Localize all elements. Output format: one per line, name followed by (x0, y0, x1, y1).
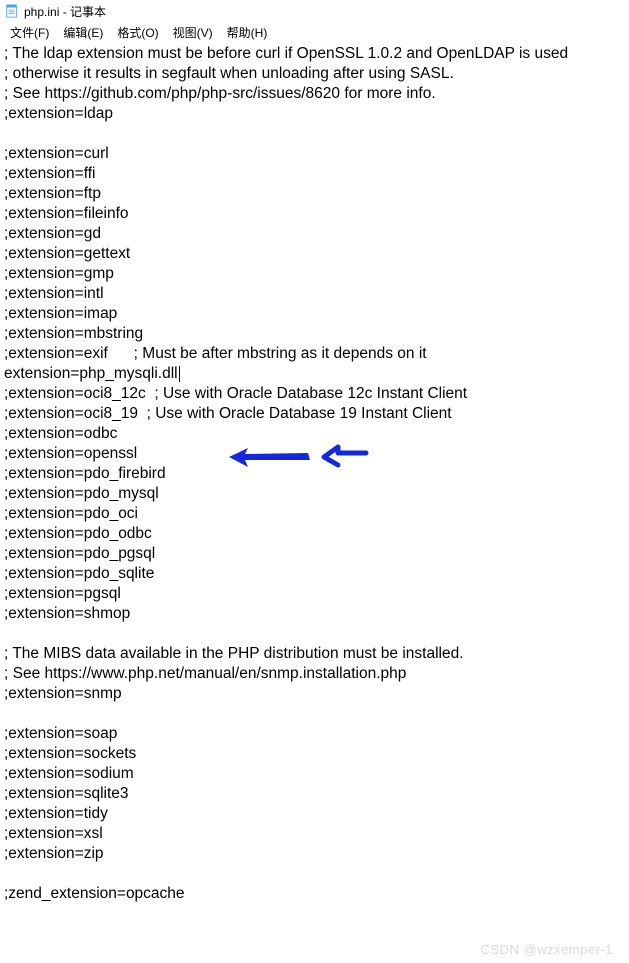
text-line: ;extension=imap (4, 304, 625, 324)
text-line: ;extension=ldap (4, 104, 625, 124)
text-line: ;extension=pdo_oci (4, 504, 625, 524)
text-line: ;extension=sodium (4, 764, 625, 784)
text-line (4, 124, 625, 144)
text-line: ;extension=zip (4, 844, 625, 864)
menu-file[interactable]: 文件(F) (4, 23, 55, 42)
text-line: ;extension=odbc (4, 424, 625, 444)
text-line: extension=php_mysqli.dll (4, 364, 625, 384)
text-line: ;extension=ftp (4, 184, 625, 204)
menu-help[interactable]: 帮助(H) (221, 23, 274, 42)
text-line: ;extension=pdo_firebird (4, 464, 625, 484)
titlebar: php.ini - 记事本 (0, 0, 629, 22)
text-line: ; See https://github.com/php/php-src/iss… (4, 84, 625, 104)
window-title: php.ini - 记事本 (24, 3, 106, 20)
text-line: ;extension=soap (4, 724, 625, 744)
text-line: ;extension=mbstring (4, 324, 625, 344)
text-line: ;extension=oci8_19 ; Use with Oracle Dat… (4, 404, 625, 424)
text-line: ;extension=gmp (4, 264, 625, 284)
text-line (4, 704, 625, 724)
text-line: ;extension=snmp (4, 684, 625, 704)
text-line: ;extension=intl (4, 284, 625, 304)
text-line: ;extension=curl (4, 144, 625, 164)
text-line: ;extension=pdo_sqlite (4, 564, 625, 584)
text-line: ;extension=exif ; Must be after mbstring… (4, 344, 625, 364)
text-line: ;extension=xsl (4, 824, 625, 844)
text-line: ;extension=pdo_odbc (4, 524, 625, 544)
text-line (4, 624, 625, 644)
text-line (4, 864, 625, 884)
text-line: ;extension=pdo_mysql (4, 484, 625, 504)
text-line: ;extension=sqlite3 (4, 784, 625, 804)
text-editor-area[interactable]: ; The ldap extension must be before curl… (0, 42, 629, 946)
text-line: ;extension=ffi (4, 164, 625, 184)
watermark: CSDN @wzxemper-1 (481, 942, 613, 957)
text-line: ; The ldap extension must be before curl… (4, 44, 625, 64)
text-line: ; otherwise it results in segfault when … (4, 64, 625, 84)
text-line: ;extension=fileinfo (4, 204, 625, 224)
text-line: ;extension=gd (4, 224, 625, 244)
text-line: ;zend_extension=opcache (4, 884, 625, 904)
text-line: ; See https://www.php.net/manual/en/snmp… (4, 664, 625, 684)
text-line: ;extension=shmop (4, 604, 625, 624)
notepad-icon (4, 3, 20, 19)
text-line: ;extension=oci8_12c ; Use with Oracle Da… (4, 384, 625, 404)
text-line: ;extension=gettext (4, 244, 625, 264)
menu-view[interactable]: 视图(V) (167, 23, 219, 42)
menu-format[interactable]: 格式(O) (111, 23, 164, 42)
text-line: ;extension=pgsql (4, 584, 625, 604)
text-line: ;extension=tidy (4, 804, 625, 824)
text-cursor (179, 366, 180, 382)
menu-edit[interactable]: 编辑(E) (57, 23, 109, 42)
menubar: 文件(F) 编辑(E) 格式(O) 视图(V) 帮助(H) (0, 22, 629, 42)
text-line: ;extension=pdo_pgsql (4, 544, 625, 564)
text-line: ;extension=openssl (4, 444, 625, 464)
text-line: ; The MIBS data available in the PHP dis… (4, 644, 625, 664)
text-line: ;extension=sockets (4, 744, 625, 764)
